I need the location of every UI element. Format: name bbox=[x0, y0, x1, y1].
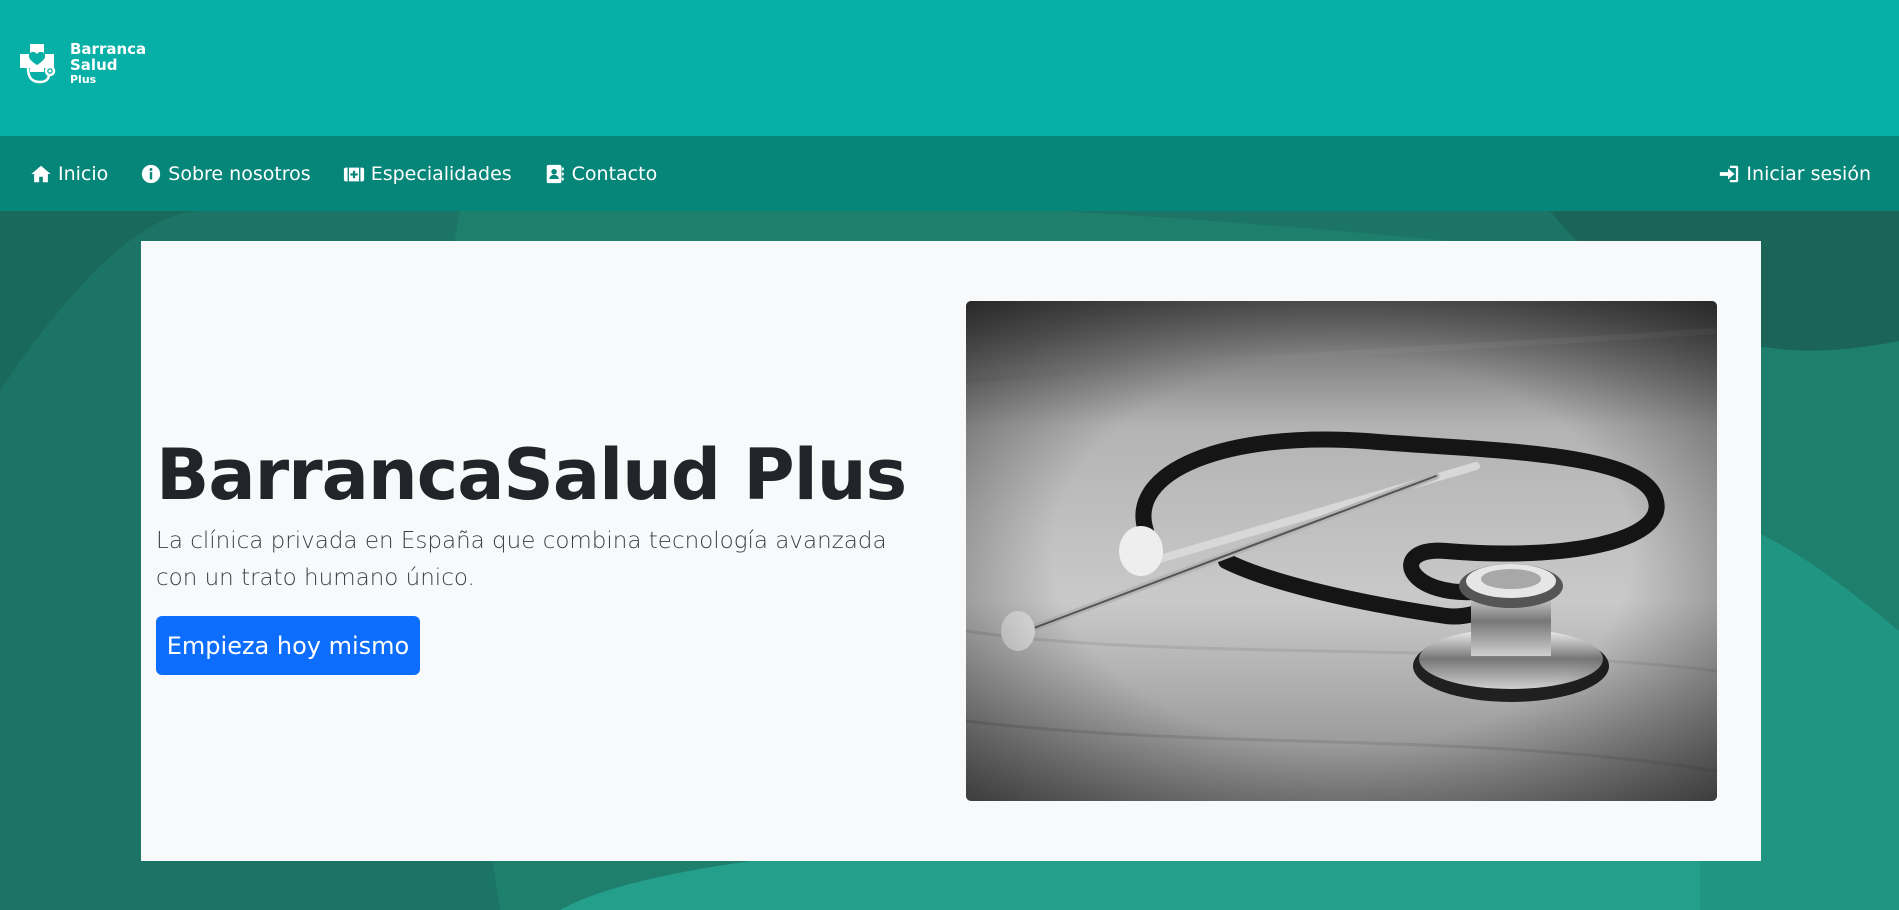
brand-line-2: Salud bbox=[70, 56, 118, 75]
hero-title: BarrancaSalud Plus bbox=[156, 434, 907, 516]
brand-wordmark: Barranca Salud Plus bbox=[70, 42, 146, 85]
home-icon bbox=[31, 165, 51, 182]
hero-card: BarrancaSalud Plus La clínica privada en… bbox=[141, 241, 1761, 861]
login-label: Iniciar sesión bbox=[1746, 162, 1871, 185]
nav-item-especialidades[interactable]: Especialidades bbox=[343, 163, 512, 185]
info-circle-icon bbox=[142, 164, 161, 183]
header-banner: Barranca Salud Plus bbox=[0, 0, 1899, 136]
nav-item-inicio[interactable]: Inicio bbox=[30, 163, 108, 185]
main-navbar: Inicio Sobre nosotros Especialidades Con… bbox=[0, 136, 1899, 211]
login-link[interactable]: Iniciar sesión bbox=[1718, 136, 1871, 211]
stethoscope-photo bbox=[966, 301, 1717, 801]
get-started-button[interactable]: Empieza hoy mismo bbox=[156, 616, 420, 675]
nav-item-label: Inicio bbox=[58, 162, 109, 185]
nav-item-label: Especialidades bbox=[370, 162, 512, 185]
brand-logo[interactable]: Barranca Salud Plus bbox=[14, 38, 146, 90]
medical-kit-icon bbox=[343, 167, 364, 181]
hero-subtitle: La clínica privada en España que combina… bbox=[156, 528, 887, 591]
nav-item-contacto[interactable]: Contacto bbox=[544, 162, 658, 185]
nav-item-label: Contacto bbox=[571, 162, 658, 185]
address-book-icon bbox=[546, 164, 564, 183]
sign-in-icon bbox=[1720, 165, 1739, 182]
nav-item-label: Sobre nosotros bbox=[168, 162, 311, 185]
nav-item-sobre-nosotros[interactable]: Sobre nosotros bbox=[140, 162, 311, 185]
medical-cross-heart-icon bbox=[20, 44, 56, 84]
brand-line-3: Plus bbox=[70, 72, 97, 86]
nav-list: Inicio Sobre nosotros Especialidades Con… bbox=[30, 136, 689, 211]
